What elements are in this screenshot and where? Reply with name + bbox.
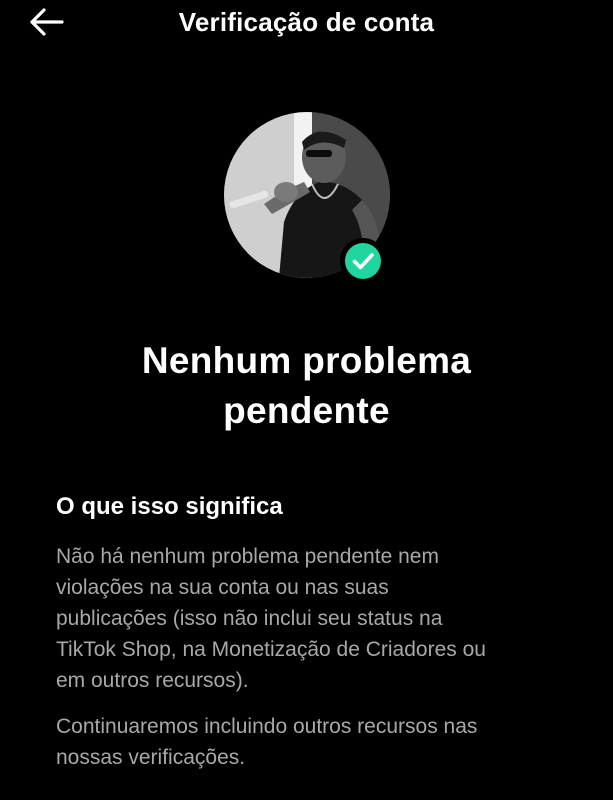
paragraph-line: publicações (isso não inclui seu status … [56, 607, 443, 630]
page-title: Verificação de conta [178, 7, 435, 37]
headline-line-1: Nenhum problema [141, 340, 472, 381]
paragraph-line: nossas verificações. [56, 746, 246, 769]
check-circle-icon [345, 243, 381, 279]
paragraph-line: Não há nenhum problema pendente nem [56, 545, 439, 568]
paragraph-line: em outros recursos). [56, 669, 249, 692]
paragraph-line: violações na sua conta ou nas suas [56, 576, 389, 599]
verified-badge [340, 238, 386, 284]
profile-avatar-container [224, 112, 390, 284]
paragraph-line: Continuaremos incluindo outros recursos … [56, 715, 478, 738]
status-headline: Nenhum problema pendente [0, 336, 613, 436]
paragraph-line: TikTok Shop, na Monetização de Criadores… [56, 638, 486, 661]
headline-line-2: pendente [223, 390, 390, 431]
info-paragraph-2: Continuaremos incluindo outros recursos … [56, 711, 566, 773]
top-bar: Verificação de conta [0, 0, 613, 48]
info-paragraph-1: Não há nenhum problema pendente nem viol… [56, 541, 566, 696]
section-title: O que isso significa [56, 493, 283, 520]
